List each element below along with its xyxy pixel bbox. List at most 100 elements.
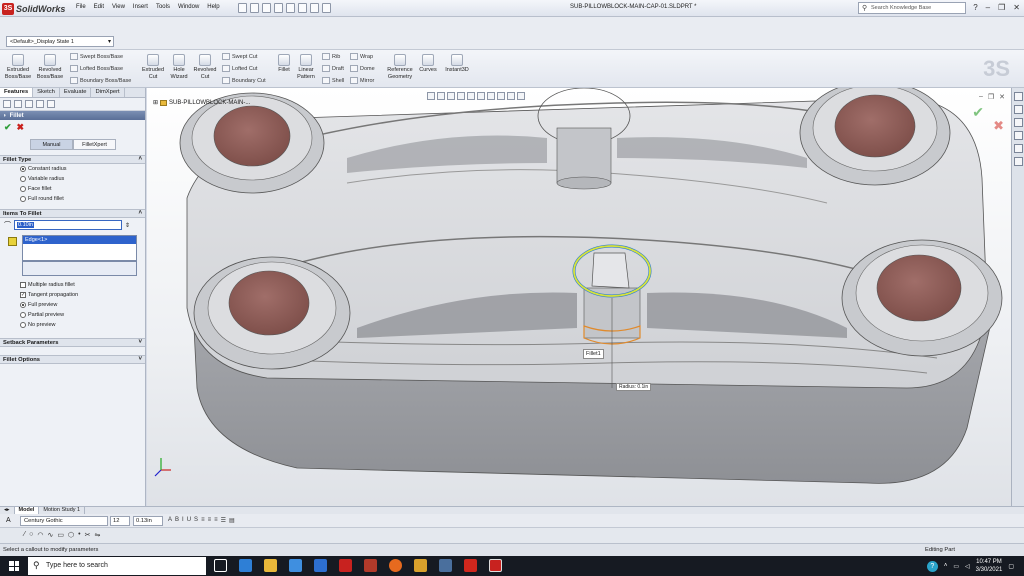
align-left-icon[interactable]: ≡ (201, 517, 205, 524)
dimxpert-manager-icon[interactable] (36, 100, 44, 108)
file-explorer-icon[interactable] (1014, 118, 1023, 127)
tangent-propagation-option[interactable]: ✓ Tangent propagation (0, 290, 145, 300)
full-round-option[interactable]: Full round fillet (0, 194, 145, 204)
tab-dimxpert[interactable]: DimXpert (91, 88, 125, 97)
font-dropdown[interactable]: Century Gothic (20, 516, 108, 526)
underline-icon[interactable]: U (187, 517, 191, 524)
select-icon[interactable] (298, 3, 307, 13)
new-icon[interactable] (238, 3, 247, 13)
scene-icon[interactable] (507, 92, 515, 100)
help-icon[interactable]: ? (973, 3, 977, 12)
fillet-options-section[interactable]: Fillet Options ˅ (0, 355, 145, 364)
fillet-type-section[interactable]: Fillet Type ˄ (0, 155, 145, 164)
ok-check-icon[interactable]: ✔ (4, 122, 12, 132)
minimize-view-icon[interactable]: – (979, 93, 983, 101)
confirmation-ok-icon[interactable]: ✔ (972, 104, 984, 121)
app-icon[interactable] (364, 559, 377, 572)
lofted-cut-button[interactable]: Lofted Cut (222, 65, 257, 72)
swept-boss-button[interactable]: Swept Boss/Base (70, 53, 123, 60)
edges-list[interactable]: Edge<1> (22, 235, 137, 261)
previous-view-icon[interactable] (447, 92, 455, 100)
save-icon[interactable] (262, 3, 271, 13)
align-right-icon[interactable]: ≡ (214, 517, 218, 524)
mirror-sketch-icon[interactable]: ⇋ (94, 531, 100, 539)
radius-input[interactable]: 0.10in (14, 220, 122, 230)
zoom-fit-icon[interactable] (427, 92, 435, 100)
rectangle-icon[interactable]: ▭ (57, 531, 64, 539)
rib-button[interactable]: Rib (322, 53, 340, 60)
tab-sketch[interactable]: Sketch (33, 88, 60, 97)
graphics-area[interactable]: ⊞ SUB-PILLOWBLOCK-MAIN-... – ❐ ✕ ✔ ✖ Fil… (147, 88, 1011, 506)
volume-icon[interactable]: ◁ (965, 563, 970, 570)
fillet-callout[interactable]: Fillet1 (583, 349, 604, 359)
align-center-icon[interactable]: ≡ (208, 517, 212, 524)
full-preview-option[interactable]: Full preview (0, 300, 145, 310)
section-view-icon[interactable] (457, 92, 465, 100)
taskbar-search-input[interactable]: ⚲ Type here to search (28, 557, 206, 575)
menu-help[interactable]: Help (207, 4, 219, 10)
store-icon[interactable] (289, 559, 302, 572)
close-icon[interactable]: ✕ (1013, 3, 1020, 12)
partial-preview-option[interactable]: Partial preview (0, 310, 145, 320)
view-orientation-icon[interactable] (467, 92, 475, 100)
spline-icon[interactable]: ∿ (48, 531, 54, 539)
font-size-dropdown[interactable]: 12 (110, 516, 130, 526)
menu-tools[interactable]: Tools (156, 4, 170, 10)
restore-icon[interactable]: ❐ (998, 3, 1005, 12)
acrobat-icon[interactable] (464, 559, 477, 572)
trim-icon[interactable]: ✂ (85, 531, 91, 539)
shell-button[interactable]: Shell (322, 77, 344, 84)
dome-button[interactable]: Dome (350, 65, 375, 72)
list-icon[interactable]: ☰ (221, 517, 226, 524)
lofted-boss-button[interactable]: Lofted Boss/Base (70, 65, 123, 72)
no-preview-option[interactable]: No preview (0, 320, 145, 330)
setback-section[interactable]: Setback Parameters ˅ (0, 338, 145, 347)
curves-button[interactable]: Curves (417, 54, 439, 74)
mirror-button[interactable]: Mirror (350, 77, 374, 84)
rebuild-icon[interactable] (310, 3, 319, 13)
point-icon[interactable]: • (78, 531, 80, 539)
confirmation-cancel-icon[interactable]: ✖ (993, 118, 1004, 134)
tab-motion-study[interactable]: Motion Study 1 (39, 507, 86, 514)
swept-cut-button[interactable]: Swept Cut (222, 53, 257, 60)
file-explorer-icon[interactable] (264, 559, 277, 572)
options-icon[interactable] (322, 3, 331, 13)
tab-model[interactable]: Model (14, 507, 40, 514)
cancel-x-icon[interactable]: ✖ (17, 122, 25, 132)
appearances-icon[interactable] (1014, 144, 1023, 153)
revolved-cut-button[interactable]: Revolved Cut (192, 54, 218, 81)
resources-icon[interactable] (1014, 92, 1023, 101)
boundary-cut-button[interactable]: Boundary Cut (222, 77, 266, 84)
items-to-fillet-section[interactable]: Items To Fillet ˄ (0, 209, 145, 218)
design-library-icon[interactable] (1014, 105, 1023, 114)
fillet-button[interactable]: Fillet (275, 54, 293, 74)
edge-icon[interactable] (239, 559, 252, 572)
zoom-area-icon[interactable] (437, 92, 445, 100)
tab-features[interactable]: Features (0, 88, 34, 97)
display-manager-icon[interactable] (47, 100, 55, 108)
circle-icon[interactable]: ○ (29, 531, 33, 539)
tray-chevron-icon[interactable]: ˄ (944, 563, 948, 569)
bold-icon[interactable]: A (168, 517, 172, 524)
polygon-icon[interactable]: ⬡ (68, 531, 74, 539)
bold-button-icon[interactable]: B (175, 517, 179, 524)
layer-icon[interactable]: ▤ (229, 517, 235, 524)
firefox-icon[interactable] (389, 559, 402, 572)
part-model[interactable] (147, 88, 1011, 506)
edge-list-item[interactable]: Edge<1> (23, 236, 136, 244)
italic-icon[interactable]: I (182, 517, 184, 524)
display-style-icon[interactable] (477, 92, 485, 100)
arc-icon[interactable]: ◠ (37, 531, 43, 539)
view-settings-icon[interactable] (517, 92, 525, 100)
tab-filletxpert[interactable]: FilletXpert (73, 139, 116, 150)
instant3d-button[interactable]: Instant3D (442, 54, 472, 74)
hide-show-icon[interactable] (487, 92, 495, 100)
menu-edit[interactable]: Edit (94, 4, 104, 10)
mail-icon[interactable] (314, 559, 327, 572)
wrap-button[interactable]: Wrap (350, 53, 373, 60)
undo-icon[interactable] (286, 3, 295, 13)
app-icon[interactable] (414, 559, 427, 572)
view-palette-icon[interactable] (1014, 131, 1023, 140)
linear-pattern-button[interactable]: Linear Pattern (294, 54, 318, 81)
menu-view[interactable]: View (112, 4, 125, 10)
